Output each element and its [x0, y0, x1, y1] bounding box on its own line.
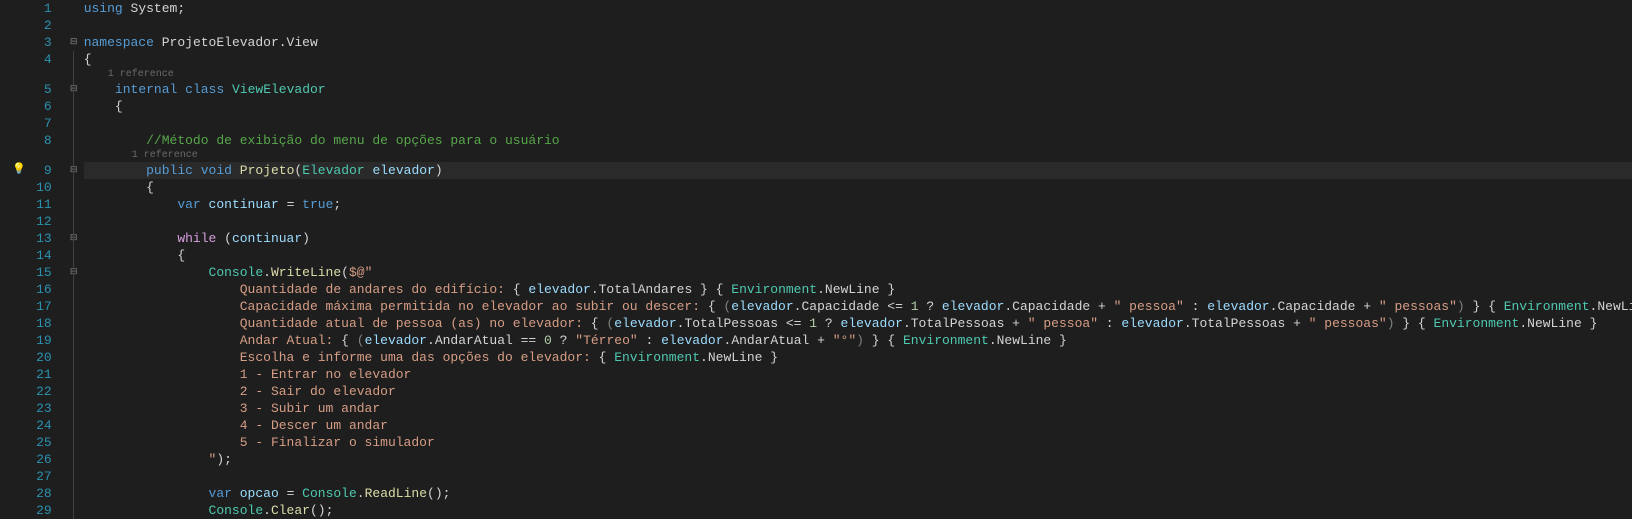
code-line: namespace ProjetoElevador.View	[84, 34, 1632, 51]
code-line	[84, 17, 1632, 34]
codelens-reference[interactable]: 1 reference	[84, 68, 1632, 81]
line-number-gutter: 1 2 3 4 5 6 7 8 💡9 10 11 12 13 14 15 16 …	[0, 0, 66, 519]
code-line: 2 - Sair do elevador	[84, 383, 1632, 400]
fold-toggle[interactable]: ⊟	[66, 230, 82, 247]
code-line: Quantidade de andares do edifício: { ele…	[84, 281, 1632, 298]
code-line: var continuar = true;	[84, 196, 1632, 213]
code-editor[interactable]: 1 2 3 4 5 6 7 8 💡9 10 11 12 13 14 15 16 …	[0, 0, 1632, 519]
code-line: 4 - Descer um andar	[84, 417, 1632, 434]
code-line-current: public void Projeto(Elevador elevador)	[84, 162, 1632, 179]
code-line: ");	[84, 451, 1632, 468]
code-line: Andar Atual: { (elevador.AndarAtual == 0…	[84, 332, 1632, 349]
fold-toggle[interactable]: ⊟	[66, 162, 82, 179]
code-line: var opcao = Console.ReadLine();	[84, 485, 1632, 502]
code-line: Quantidade atual de pessoa (as) no eleva…	[84, 315, 1632, 332]
code-line: {	[84, 247, 1632, 264]
fold-toggle[interactable]: ⊟	[66, 81, 82, 98]
lightbulb-icon[interactable]: 💡	[12, 162, 26, 179]
code-line: 3 - Subir um andar	[84, 400, 1632, 417]
code-line: Console.WriteLine($@"	[84, 264, 1632, 281]
code-line	[84, 115, 1632, 132]
code-line: Capacidade máxima permitida no elevador …	[84, 298, 1632, 315]
code-line: {	[84, 98, 1632, 115]
code-line: {	[84, 179, 1632, 196]
code-line: while (continuar)	[84, 230, 1632, 247]
code-line: internal class ViewElevador	[84, 81, 1632, 98]
code-line: {	[84, 51, 1632, 68]
code-line	[84, 213, 1632, 230]
code-line: using System;	[84, 0, 1632, 17]
fold-gutter: ⊟ ⊟ ⊟ ⊟ ⊟	[66, 0, 82, 519]
code-line: Console.Clear();	[84, 502, 1632, 519]
code-line: 1 - Entrar no elevador	[84, 366, 1632, 383]
code-area[interactable]: using System; namespace ProjetoElevador.…	[82, 0, 1632, 519]
code-line: //Método de exibição do menu de opções p…	[84, 132, 1632, 149]
fold-toggle[interactable]: ⊟	[66, 34, 82, 51]
code-line: 5 - Finalizar o simulador	[84, 434, 1632, 451]
fold-toggle[interactable]: ⊟	[66, 264, 82, 281]
codelens-reference[interactable]: 1 reference	[84, 149, 1632, 162]
code-line	[84, 468, 1632, 485]
code-line: Escolha e informe uma das opções do elev…	[84, 349, 1632, 366]
